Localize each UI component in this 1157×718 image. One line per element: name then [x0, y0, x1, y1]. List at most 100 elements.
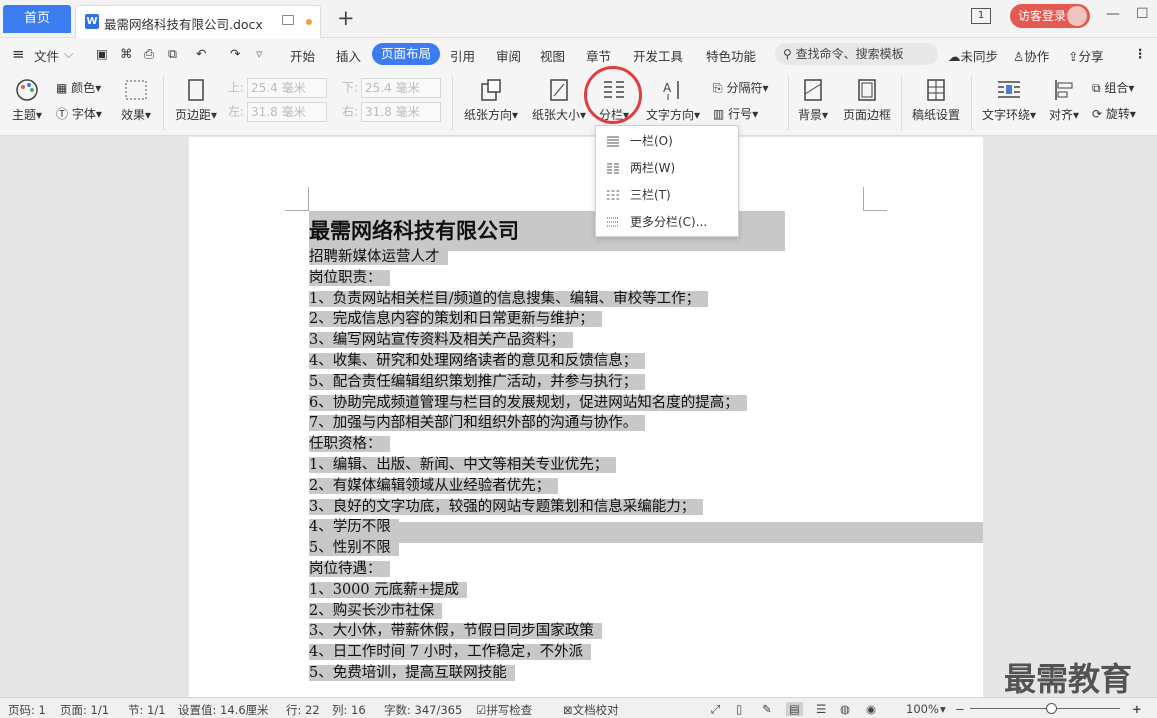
preview-icon[interactable]: ⧉ [168, 46, 177, 62]
more-chevron-icon[interactable]: ▿ [256, 46, 262, 61]
menu-features[interactable]: 特色功能 [706, 46, 756, 65]
screen-icon[interactable] [282, 15, 294, 25]
paper-size-button[interactable]: 纸张大小▾ [528, 78, 590, 123]
zoom-out-icon[interactable]: − [955, 702, 965, 716]
doc-line: 1、负责网站相关栏目/频道的信息搜集、编辑、审校等工作； [309, 289, 909, 310]
title-bar: 首页 W 最需网络科技有限公司.docx + 1 访客登录 — ☐ [0, 0, 1157, 38]
margin-bottom-input[interactable]: 25.4 毫米 [361, 78, 442, 98]
fullscreen-icon[interactable]: ⤢ [711, 702, 720, 717]
file-menu[interactable]: 文件 [34, 46, 59, 65]
home-tab[interactable]: 首页 [3, 5, 71, 33]
doc-line: 3、良好的文字功底，较强的网站专题策划和信息采编能力； [309, 497, 909, 518]
margin-right-input[interactable]: 31.8 毫米 [361, 102, 442, 122]
share-label: 分享 [1078, 49, 1104, 64]
print-icon[interactable]: ⎙ [144, 46, 154, 62]
menu-references[interactable]: 引用 [450, 46, 475, 65]
doc-line: 5、免费培训，提高互联网技能 [309, 663, 909, 684]
redo-icon[interactable]: ↷ [230, 46, 240, 61]
rotate-icon: ⟳ [1092, 107, 1103, 121]
minimize-icon[interactable]: — [1106, 6, 1120, 22]
read-mode-icon[interactable]: ▯ [736, 702, 742, 716]
zoom-level[interactable]: 100% [906, 702, 939, 716]
doc-line: 任职资格： [309, 434, 909, 455]
status-page[interactable]: 页码: 1 [8, 702, 46, 718]
menu-view[interactable]: 视图 [540, 46, 565, 65]
color-button[interactable]: ▦ 颜色▾ [56, 79, 101, 96]
status-section[interactable]: 节: 1/1 [128, 702, 166, 718]
margin-bottom[interactable]: 下: 25.4 毫米 [342, 78, 442, 98]
more-icon[interactable]: ⋮ [1134, 46, 1147, 61]
collab-button[interactable]: ♙协作 [1013, 46, 1049, 65]
maximize-icon[interactable]: ☐ [1136, 6, 1149, 22]
hamburger-icon[interactable]: ≡ [12, 45, 25, 63]
status-col[interactable]: 列: 16 [332, 702, 366, 718]
text-direction-button[interactable]: A 文字方向▾ [644, 78, 702, 123]
status-row[interactable]: 行: 22 [286, 702, 320, 718]
edit-pen-icon[interactable]: ✎ [762, 702, 772, 716]
document-page[interactable]: 最需网络科技有限公司 招聘新媒体运营人才 岗位职责： 1、负责网站相关栏目/频道… [189, 137, 983, 697]
zoom-in-icon[interactable]: + [1132, 702, 1142, 716]
eye-icon[interactable]: ◉ [866, 702, 876, 716]
menu-insert[interactable]: 插入 [336, 46, 361, 65]
page-view-icon[interactable]: ▤ [786, 702, 803, 716]
background-button[interactable]: 背景▾ [795, 78, 831, 123]
outline-view-icon[interactable]: ☰ [816, 702, 826, 716]
menu-developer[interactable]: 开发工具 [633, 46, 683, 65]
menu-start[interactable]: 开始 [290, 46, 315, 65]
chevron-down-icon[interactable]: ⌵ [64, 46, 73, 62]
menu-review[interactable]: 审阅 [496, 46, 521, 65]
proofread-button[interactable]: ⊠文档校对 [563, 702, 619, 718]
page-border-label: 页面边框 [842, 108, 891, 122]
two-column-icon [607, 163, 619, 174]
text-direction-icon: A [663, 81, 679, 100]
status-words[interactable]: 字数: 347/365 [384, 702, 462, 718]
ribbon-separator [452, 76, 453, 130]
font-button[interactable]: Ⓣ 字体▾ [56, 105, 102, 122]
status-pages[interactable]: 页面: 1/1 [60, 702, 109, 718]
spell-check-button[interactable]: ☑拼写检查 [476, 702, 532, 718]
columns-three-option[interactable]: 三栏(T) [596, 182, 740, 209]
zoom-slider[interactable] [970, 703, 1120, 714]
menu-chapter[interactable]: 章节 [586, 46, 611, 65]
columns-one-option[interactable]: 一栏(O) [596, 128, 740, 155]
align-button[interactable]: 对齐▾ [1046, 78, 1082, 123]
document-body[interactable]: 最需网络科技有限公司 招聘新媒体运营人才 岗位职责： 1、负责网站相关栏目/频道… [309, 211, 909, 684]
margin-top[interactable]: 上: 25.4 毫米 [228, 78, 328, 98]
group-button[interactable]: ⧉ 组合▾ [1092, 79, 1134, 96]
line-number-button[interactable]: ▥ 行号▾ [713, 105, 758, 122]
zoom-slider-knob[interactable] [1046, 703, 1057, 714]
visitor-login-button[interactable]: 访客登录 [1010, 4, 1090, 28]
effect-icon [125, 80, 147, 100]
save-icon[interactable]: ▣ [96, 46, 108, 61]
command-search[interactable]: ⚲ 查找命令、搜索模板 [775, 43, 938, 65]
page-indicator[interactable]: 1 [971, 8, 991, 24]
margin-top-input[interactable]: 25.4 毫米 [247, 78, 328, 98]
web-view-icon[interactable]: ◍ [840, 702, 850, 716]
menu-page-layout[interactable]: 页面布局 [372, 43, 440, 65]
new-tab-button[interactable]: + [337, 6, 355, 30]
margin-right[interactable]: 右: 31.8 毫米 [342, 102, 442, 122]
effect-button[interactable]: 效果▾ [118, 78, 154, 123]
document-tab[interactable]: W 最需网络科技有限公司.docx [75, 5, 321, 38]
rotate-button[interactable]: ⟳ 旋转▾ [1092, 105, 1136, 122]
margin-left[interactable]: 左: 31.8 毫米 [228, 102, 328, 122]
export-icon[interactable]: ⌘ [120, 46, 133, 61]
doc-line: 1、编辑、出版、新闻、中文等相关专业优先； [309, 455, 909, 476]
theme-button[interactable]: 主题▾ [10, 78, 44, 123]
sync-status[interactable]: ☁未同步 [948, 46, 998, 65]
draft-settings-button[interactable]: 稿纸设置 [908, 78, 964, 123]
separator-button[interactable]: ⎘ 分隔符▾ [713, 79, 768, 96]
columns-more-option[interactable]: 更多分栏(C)... [596, 209, 740, 236]
zoom-dropdown-icon[interactable]: ▾ [940, 702, 946, 716]
status-setting[interactable]: 设置值: 14.6厘米 [178, 702, 269, 718]
doc-line: 5、配合责任编辑组织策划推广活动，并参与执行； [309, 372, 909, 393]
margin-button[interactable]: 页边距▾ [172, 78, 220, 123]
margin-left-input[interactable]: 31.8 毫米 [247, 102, 328, 122]
text-wrap-button[interactable]: 文字环绕▾ [978, 78, 1040, 123]
share-button[interactable]: ⇪分享 [1068, 46, 1104, 65]
columns-two-option[interactable]: 两栏(W) [596, 155, 740, 182]
orientation-label: 纸张方向 [463, 108, 512, 122]
orientation-button[interactable]: 纸张方向▾ [460, 78, 522, 123]
undo-icon[interactable]: ↶ [196, 46, 206, 61]
page-border-button[interactable]: 页面边框 [840, 78, 894, 123]
